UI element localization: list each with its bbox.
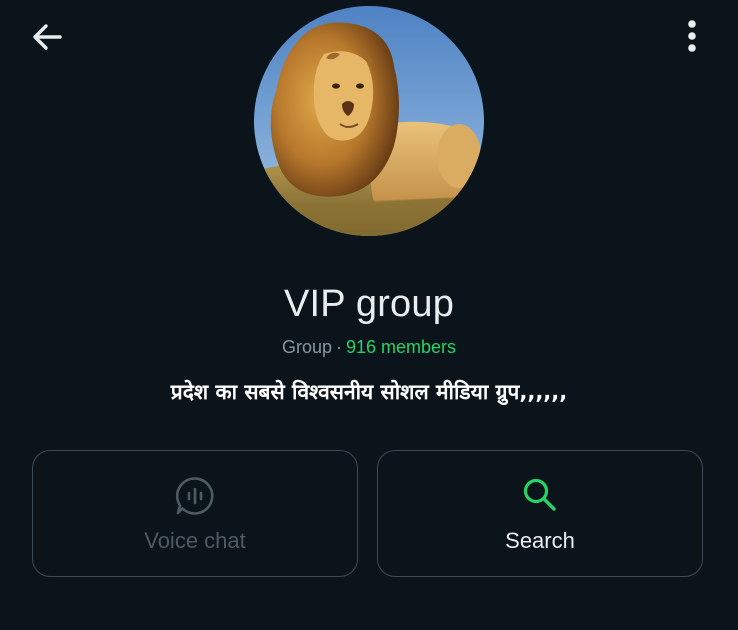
search-button[interactable]: Search (377, 450, 703, 577)
meta-separator: · (335, 337, 342, 357)
search-label: Search (505, 528, 575, 553)
group-description: प्रदेश का सबसे विश्वसनीय सोशल मीडिया ग्र… (170, 380, 568, 404)
group-meta: Group · 916 members (0, 336, 738, 358)
more-vertical-icon (686, 18, 698, 59)
back-button[interactable] (26, 18, 68, 60)
voice-chat-icon (33, 475, 357, 515)
group-avatar[interactable] (254, 6, 484, 236)
lion-photo (254, 6, 484, 236)
voice-chat-button[interactable]: Voice chat (32, 450, 358, 577)
more-options-button[interactable] (672, 16, 712, 60)
arrow-left-icon (30, 20, 64, 59)
search-icon (378, 475, 702, 515)
voice-chat-label: Voice chat (144, 528, 246, 553)
members-count-link[interactable]: 916 members (346, 337, 456, 357)
group-title: VIP group (283, 283, 455, 325)
group-type-label: Group (281, 337, 332, 357)
